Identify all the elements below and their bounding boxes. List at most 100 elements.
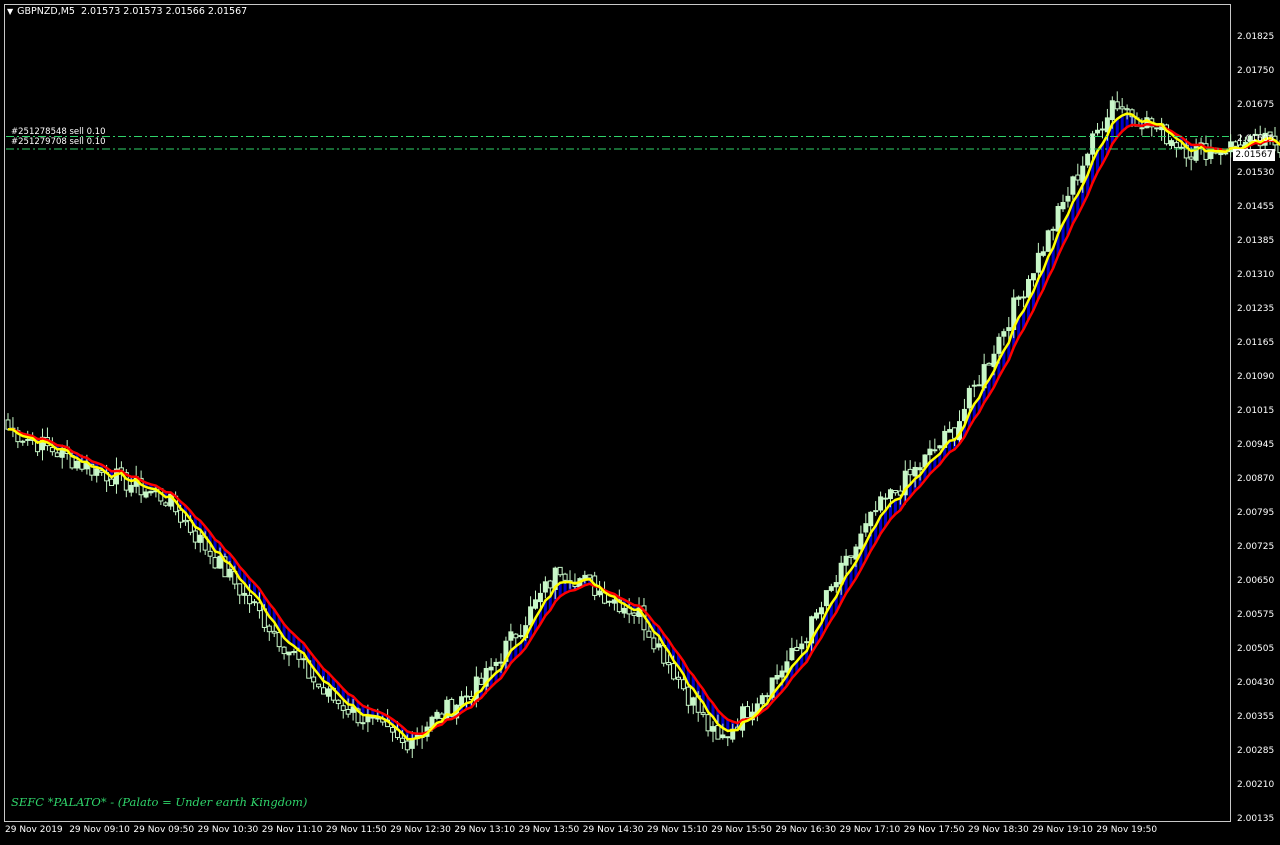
candle-body	[823, 590, 829, 607]
candle-body	[1173, 142, 1179, 149]
candle-body	[606, 600, 612, 603]
candle-body	[20, 440, 26, 443]
fast-ma-line	[7, 112, 1280, 741]
candle-body	[335, 699, 341, 705]
chart-window[interactable]: ▼ GBPNZD,M5 2.01573 2.01573 2.01566 2.0156…	[0, 0, 1280, 845]
candle-body	[1154, 127, 1160, 130]
time-tick-label: 29 Nov 09:50	[133, 825, 195, 835]
price-tick-label: 2.00355	[1237, 712, 1275, 722]
price-tick-label: 2.00285	[1237, 746, 1275, 756]
order-label[interactable]: #251279708 sell 0.10	[11, 137, 106, 147]
candle-body	[887, 489, 893, 500]
candle-body	[562, 573, 568, 581]
candle-body	[675, 676, 681, 680]
candle-body	[690, 697, 696, 706]
candle-body	[266, 625, 272, 633]
candle-body	[1001, 331, 1007, 337]
candle-body	[912, 466, 918, 477]
candle-body	[848, 555, 854, 558]
candlestick-chart[interactable]	[0, 0, 1280, 845]
time-tick-label: 29 Nov 2019	[5, 825, 63, 835]
candle-body	[863, 523, 869, 533]
candle-body	[1035, 252, 1041, 273]
price-tick-label: 2.00870	[1237, 474, 1275, 484]
candle-body	[508, 631, 514, 641]
price-tick-label: 2.01015	[1237, 406, 1275, 416]
candle-body	[178, 509, 184, 523]
ohlc-values: 2.01573 2.01573 2.01566 2.01567	[80, 6, 248, 17]
candle-body	[533, 599, 539, 609]
price-tick-label: 2.00945	[1237, 440, 1275, 450]
candle-body	[286, 651, 292, 656]
candle-body	[321, 687, 327, 695]
candle-body	[1075, 174, 1081, 181]
time-tick-label: 29 Nov 17:10	[839, 825, 901, 835]
candle-body	[25, 438, 31, 441]
candle-body	[325, 688, 331, 697]
candle-body	[1050, 228, 1056, 231]
watermark-text: SEFC *PALATO* - (Palato = Under earth Ki…	[11, 795, 308, 809]
time-tick-label: 29 Nov 12:30	[390, 825, 451, 835]
candle-body	[966, 387, 972, 409]
candle-body	[478, 677, 484, 685]
candle-body	[5, 419, 11, 430]
candle-body	[390, 726, 396, 733]
candle-body	[1095, 129, 1101, 134]
price-tick-label: 2.00430	[1237, 678, 1275, 688]
candle-body	[907, 468, 913, 476]
candle-body	[197, 534, 203, 543]
candle-body	[1099, 128, 1105, 131]
symbol-label: GBPNZD,M5	[17, 6, 75, 17]
candle-body	[404, 740, 410, 751]
candle-body	[212, 557, 218, 569]
candle-body	[917, 467, 923, 471]
price-tick-label: 2.01090	[1237, 372, 1275, 382]
candle-body	[54, 452, 60, 458]
time-tick-label: 29 Nov 10:30	[197, 825, 259, 835]
time-tick-label: 29 Nov 13:50	[518, 825, 580, 835]
candle-body	[217, 555, 223, 569]
candle-body	[947, 429, 953, 433]
candle-body	[814, 612, 820, 619]
time-tick-label: 29 Nov 11:10	[261, 825, 323, 835]
candle-body	[1045, 230, 1051, 252]
price-tick-label: 2.01750	[1237, 66, 1275, 76]
candle-body	[345, 708, 351, 715]
price-tick-label: 2.00725	[1237, 542, 1275, 552]
candle-body	[818, 607, 824, 615]
time-tick-label: 29 Nov 15:50	[711, 825, 772, 835]
candle-body	[542, 581, 548, 593]
order-label[interactable]: #251278548 sell 0.10	[11, 127, 106, 137]
price-tick-label: 2.01825	[1237, 32, 1275, 42]
price-tick-label: 2.00650	[1237, 576, 1275, 586]
candle-body	[720, 734, 726, 739]
candle-body	[833, 582, 839, 588]
price-tick-label: 2.01165	[1237, 338, 1275, 348]
price-tick-label: 2.01235	[1237, 304, 1275, 314]
candle-body	[996, 336, 1002, 354]
candle-body	[656, 643, 662, 648]
candle-body	[74, 460, 80, 469]
candle-body	[143, 491, 149, 498]
candle-body	[311, 676, 317, 683]
candle-body	[399, 737, 405, 744]
candle-body	[759, 695, 765, 705]
candle-body	[1006, 327, 1012, 332]
candle-body	[488, 666, 494, 671]
price-tick-label: 2.00505	[1237, 644, 1275, 654]
candle-body	[518, 635, 524, 638]
dropdown-triangle-icon[interactable]: ▼	[7, 7, 13, 16]
candle-body	[597, 590, 603, 596]
candle-body	[1139, 127, 1145, 130]
candle-body	[883, 497, 889, 500]
candle-body	[281, 646, 287, 655]
price-tick-label: 2.01605	[1237, 134, 1275, 144]
candle-body	[680, 679, 686, 690]
candle-body	[1085, 153, 1091, 166]
candle-body	[927, 448, 933, 456]
candle-body	[1060, 202, 1066, 210]
candle-body	[192, 530, 198, 543]
candle-body	[1119, 106, 1125, 110]
candle-body	[621, 607, 627, 614]
candle-body	[631, 612, 637, 616]
